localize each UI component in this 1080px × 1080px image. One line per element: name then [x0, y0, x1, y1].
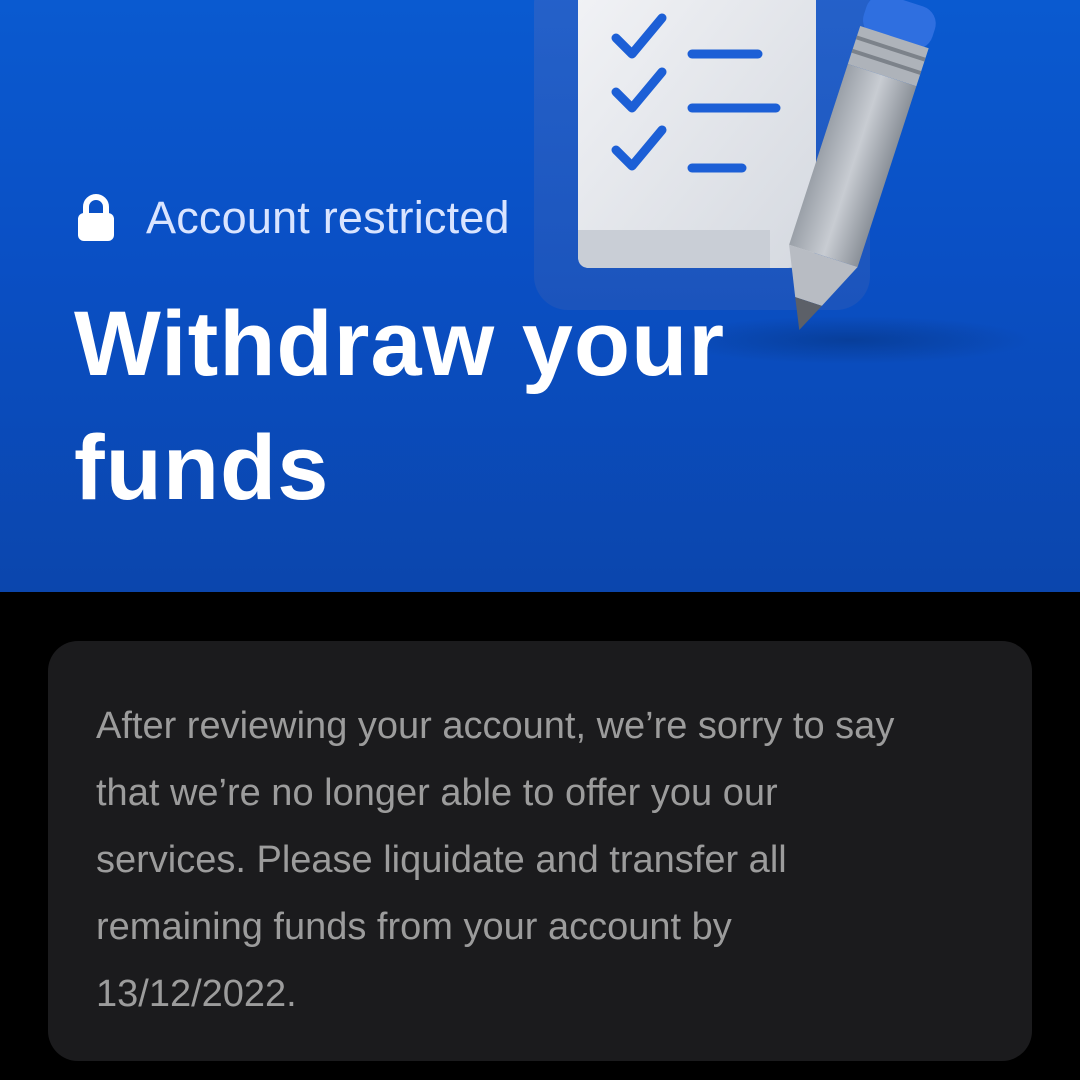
restriction-notice-card: After reviewing your account, we’re sorr…	[48, 641, 1032, 1061]
page-title: Withdraw your funds	[74, 293, 726, 519]
hero-banner: Account restricted Withdraw your funds	[0, 0, 1080, 592]
account-status-label: Account restricted	[146, 192, 510, 243]
restriction-notice-text: After reviewing your account, we’re sorr…	[96, 705, 895, 1015]
lock-icon	[78, 194, 114, 241]
account-status: Account restricted	[76, 190, 510, 246]
